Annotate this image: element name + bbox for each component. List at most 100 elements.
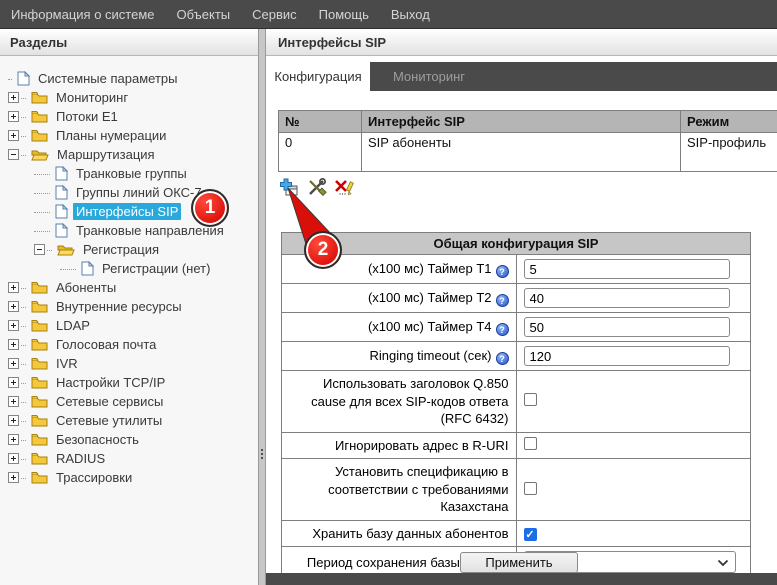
expand-icon[interactable]	[8, 377, 19, 388]
tree-guide	[21, 420, 26, 422]
tree-item[interactable]: RADIUS	[0, 449, 258, 468]
tree-guide	[21, 154, 26, 156]
tree-guide	[21, 97, 26, 99]
tree-item-label[interactable]: Сетевые сервисы	[53, 393, 166, 410]
collapse-icon[interactable]	[34, 244, 45, 255]
tree-item[interactable]: Безопасность	[0, 430, 258, 449]
chevron-down-icon	[717, 555, 729, 570]
timer-t4-input[interactable]	[524, 317, 730, 337]
tree-item-label[interactable]: Мониторинг	[53, 89, 131, 106]
tree-guide	[21, 401, 26, 403]
form-row-label: Игнорировать адрес в R-URI	[282, 432, 517, 459]
form-row-control	[516, 371, 751, 433]
help-icon[interactable]: ?	[496, 352, 509, 365]
tree-item-label[interactable]: Безопасность	[53, 431, 142, 448]
tree-item[interactable]: Абоненты	[0, 278, 258, 297]
form-row: Хранить базу данных абонентов✓	[282, 520, 751, 547]
expand-icon[interactable]	[8, 111, 19, 122]
tree-item-label[interactable]: Группы линий ОКС-7	[73, 184, 205, 201]
menu-system-info[interactable]: Информация о системе	[0, 7, 166, 22]
tab-monitoring[interactable]: Мониторинг	[370, 62, 488, 91]
splitter-grip-icon[interactable]	[260, 448, 264, 464]
menu-objects[interactable]: Объекты	[166, 7, 242, 22]
tree-item[interactable]: Планы нумерации	[0, 126, 258, 145]
tree-item-label[interactable]: Внутренние ресурсы	[53, 298, 185, 315]
expand-icon[interactable]	[8, 339, 19, 350]
sip-config-form: Общая конфигурация SIP (x100 мс) Таймер T…	[281, 232, 751, 578]
tree-item[interactable]: Регистрации (нет)	[0, 259, 258, 278]
tree-item-label[interactable]: Абоненты	[53, 279, 119, 296]
expand-icon[interactable]	[8, 358, 19, 369]
expand-icon[interactable]	[8, 453, 19, 464]
tree-item-label[interactable]: IVR	[53, 355, 81, 372]
menu-help[interactable]: Помощь	[308, 7, 380, 22]
document-icon	[81, 261, 94, 276]
tree-item-label[interactable]: Транковые группы	[73, 165, 190, 182]
tree-item[interactable]: LDAP	[0, 316, 258, 335]
expand-icon[interactable]	[8, 92, 19, 103]
expand-icon[interactable]	[8, 130, 19, 141]
tree-guide	[21, 325, 26, 327]
tree-item-label[interactable]: Системные параметры	[35, 70, 180, 87]
tree-item[interactable]: Трассировки	[0, 468, 258, 487]
panel-splitter[interactable]	[258, 29, 266, 585]
timer-t1-input[interactable]	[524, 259, 730, 279]
tree-item-label[interactable]: Маршрутизация	[54, 146, 158, 163]
tree-item-label[interactable]: LDAP	[53, 317, 93, 334]
tree-item[interactable]: Транковые группы	[0, 164, 258, 183]
expand-icon[interactable]	[8, 282, 19, 293]
tree-item-label[interactable]: Потоки E1	[53, 108, 121, 125]
menu-service[interactable]: Сервис	[241, 7, 308, 22]
tree-item-label[interactable]: Голосовая почта	[53, 336, 159, 353]
tree-guide	[21, 382, 26, 384]
help-icon[interactable]: ?	[496, 294, 509, 307]
help-icon[interactable]: ?	[496, 265, 509, 278]
tree-item[interactable]: Мониторинг	[0, 88, 258, 107]
tree-item[interactable]: IVR	[0, 354, 258, 373]
expand-icon[interactable]	[8, 434, 19, 445]
folder-icon	[31, 471, 48, 484]
tree-item-label[interactable]: RADIUS	[53, 450, 108, 467]
tree-item-label[interactable]: Сетевые утилиты	[53, 412, 165, 429]
q850-cause-checkbox[interactable]	[524, 393, 537, 406]
tree-item-label[interactable]: Интерфейсы SIP	[73, 203, 181, 220]
tree-item[interactable]: Голосовая почта	[0, 335, 258, 354]
tree-item-label[interactable]: Планы нумерации	[53, 127, 169, 144]
tree-item-label[interactable]: Регистрация	[80, 241, 162, 258]
timer-t2-input[interactable]	[524, 288, 730, 308]
tree-item-label[interactable]: Настройки TCP/IP	[53, 374, 168, 391]
help-icon[interactable]: ?	[496, 323, 509, 336]
folder-icon	[31, 281, 48, 294]
store-subscriber-db-checkbox[interactable]: ✓	[524, 528, 537, 541]
expand-icon[interactable]	[8, 396, 19, 407]
tree-item[interactable]: Внутренние ресурсы	[0, 297, 258, 316]
page-title: Интерфейсы SIP	[278, 35, 386, 50]
form-title: Общая конфигурация SIP	[282, 233, 751, 255]
form-row-label: (x100 мс) Таймер T4?	[282, 313, 517, 342]
tree-guide	[34, 230, 50, 232]
tree-item[interactable]: Маршрутизация	[0, 145, 258, 164]
tab-configuration[interactable]: Конфигурация	[266, 62, 370, 91]
table-row[interactable]: 0SIP абонентыSIP-профиль	[279, 133, 777, 172]
expand-icon[interactable]	[8, 320, 19, 331]
expand-icon[interactable]	[8, 472, 19, 483]
kz-spec-checkbox[interactable]	[524, 482, 537, 495]
tree-item[interactable]: Настройки TCP/IP	[0, 373, 258, 392]
apply-button[interactable]: Применить	[460, 552, 578, 573]
tree-guide	[21, 135, 26, 137]
menu-exit[interactable]: Выход	[380, 7, 441, 22]
expand-icon[interactable]	[8, 301, 19, 312]
tree-item[interactable]: Сетевые утилиты	[0, 411, 258, 430]
tree-item[interactable]: Регистрация	[0, 240, 258, 259]
tree-item[interactable]: Потоки E1	[0, 107, 258, 126]
tree-item-label[interactable]: Регистрации (нет)	[99, 260, 213, 277]
table-cell: SIP-профиль	[681, 133, 777, 172]
collapse-icon[interactable]	[8, 149, 19, 160]
tree-item[interactable]: Сетевые сервисы	[0, 392, 258, 411]
tree-item-label[interactable]: Трассировки	[53, 469, 135, 486]
ringing-timeout-input[interactable]	[524, 346, 730, 366]
tree-guide	[21, 116, 26, 118]
ignore-ruri-checkbox[interactable]	[524, 437, 537, 450]
expand-icon[interactable]	[8, 415, 19, 426]
tree-item[interactable]: Системные параметры	[0, 69, 258, 88]
